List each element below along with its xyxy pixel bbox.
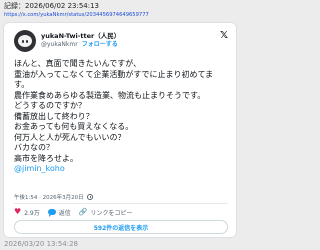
mention-link[interactable]: @jimin_koho — [14, 164, 234, 175]
user-handle[interactable]: @yukaNkmr — [41, 41, 78, 48]
x-logo-icon[interactable]: 𝕏 — [220, 30, 228, 41]
link-icon: 🔗 — [78, 208, 88, 216]
post-timestamp-row: 午後1:54 · 2026年3月20日 — [14, 193, 93, 201]
heart-icon: ♥ — [14, 207, 22, 216]
divider — [14, 203, 228, 204]
reply-button[interactable]: 返信 — [47, 208, 71, 217]
capture-timestamp: 2026/03/20 13:54:28 — [4, 240, 79, 248]
post-body-line: 備蓄放出して終わり？ — [14, 111, 94, 121]
post-card: yukaN-Twi-tter（人民） @yukaNkmr フォローする 𝕏 ほんと… — [3, 22, 237, 238]
avatar[interactable] — [14, 30, 36, 52]
post-body-line: どうするのですか？ — [14, 101, 86, 110]
reply-label: 返信 — [58, 209, 71, 217]
avatar-eye-left — [22, 40, 24, 43]
post-body-line: バカなの？ — [14, 143, 54, 152]
action-bar: ♥ 2.9万 返信 🔗 リンクをコピー — [14, 207, 132, 217]
follow-button[interactable]: フォローする — [82, 41, 118, 48]
record-label: 記録：2026/06/02 23:54:13 — [4, 2, 100, 10]
post-body: ほんと、真面で聞きたいんですが、 重油が入ってこなくて企業活動がすでに止まり初め… — [14, 59, 234, 175]
info-icon[interactable] — [86, 194, 93, 200]
post-timestamp[interactable]: 午後1:54 · 2026年3月20日 — [14, 195, 84, 201]
post-body-line: 重油が入ってこなくて企業活動がすでに止まり初めてま — [14, 69, 214, 79]
show-replies-button[interactable]: 592件の返信を表示 — [14, 220, 228, 234]
post-body-line: ほんと、真面で聞きたいんですが、 — [14, 59, 142, 68]
post-body-line: 農作業食めあらゆる製造業、物流も止まりそうです。 — [14, 90, 206, 100]
avatar-eye-right — [26, 40, 28, 43]
record-header: 記録：2026/06/02 23:54:13 https://x.com/yuk… — [4, 2, 236, 22]
reply-icon — [47, 209, 56, 217]
record-url-link[interactable]: https://x.com/yukaNkmr/status/2034456974… — [4, 11, 236, 19]
like-button[interactable]: ♥ 2.9万 — [14, 208, 40, 217]
post-body-line: 何万人と人が死んでもいいの？ — [14, 132, 126, 142]
user-handle-row: @yukaNkmr フォローする — [41, 39, 118, 48]
post-body-line: お金あっても何も買えなくなる。 — [14, 122, 134, 131]
avatar-face — [18, 35, 32, 47]
post-body-line: す。 — [14, 80, 30, 89]
copy-link-label: リンクをコピー — [90, 209, 133, 217]
like-count: 2.9万 — [24, 209, 40, 217]
post-body-line: 高市を降ろせよ。 — [14, 153, 78, 163]
copy-link-button[interactable]: 🔗 リンクをコピー — [79, 208, 133, 217]
